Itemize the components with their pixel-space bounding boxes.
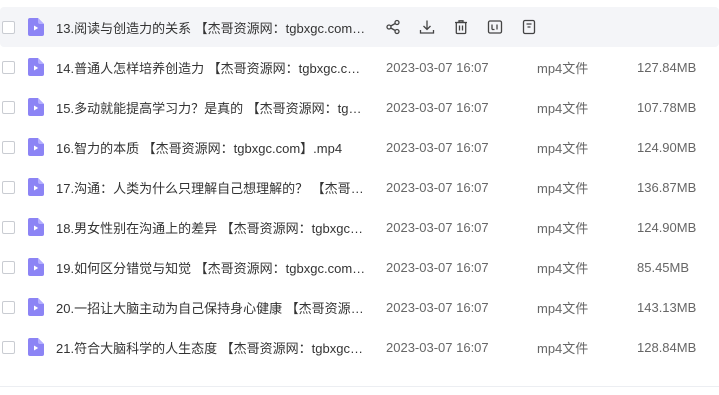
file-type: mp4文件 (537, 220, 589, 236)
file-row[interactable]: 14.普通人怎样培养创造力 【杰哥资源网：tgbxgc.com】.mp4 202… (0, 47, 719, 87)
delete-icon (455, 20, 467, 35)
file-date: 2023-03-07 16:07 (386, 219, 489, 235)
row-actions (385, 17, 555, 37)
row-checkbox[interactable] (2, 260, 15, 274)
file-name[interactable]: 17.沟通：人类为什么只理解自己想理解的？ 【杰哥资源网：tgbxgc.com】… (56, 178, 366, 197)
file-type: mp4文件 (537, 340, 589, 356)
file-size: 128.84MB (637, 339, 697, 355)
file-name[interactable]: 19.如何区分错觉与知觉 【杰哥资源网：tgbxgc.com】.mp4 (56, 258, 366, 277)
share-button[interactable] (385, 17, 419, 37)
file-name[interactable]: 18.男女性别在沟通上的差异 【杰哥资源网：tgbxgc.com】.mp4 (56, 218, 366, 237)
file-type: mp4文件 (537, 300, 589, 316)
file-date: 2023-03-07 16:07 (386, 299, 489, 315)
file-date: 2023-03-07 16:07 (386, 99, 489, 115)
video-file-icon (28, 338, 44, 356)
file-date: 2023-03-07 16:07 (386, 179, 489, 195)
file-row[interactable]: 16.智力的本质 【杰哥资源网：tgbxgc.com】.mp4 2023-03-… (0, 127, 719, 167)
file-type: mp4文件 (537, 60, 589, 76)
file-list: 13.阅读与创造力的关系 【杰哥资源网：tgbxgc.com】.mp4 14.普… (0, 7, 719, 367)
row-checkbox[interactable] (2, 100, 15, 114)
rename-button[interactable] (487, 17, 521, 37)
row-checkbox[interactable] (2, 140, 15, 154)
file-row[interactable]: 21.符合大脑科学的人生态度 【杰哥资源网：tgbxgc.com】.mp4 20… (0, 327, 719, 367)
video-file-icon (28, 98, 44, 116)
row-checkbox[interactable] (2, 220, 15, 234)
file-size: 143.13MB (637, 299, 697, 315)
video-file-icon (28, 298, 44, 316)
share-icon (386, 19, 400, 35)
video-file-icon (28, 58, 44, 76)
file-name[interactable]: 20.一招让大脑主动为自己保持身心健康 【杰哥资源网：tgbxgc.com】.m… (56, 298, 366, 317)
file-date: 2023-03-07 16:07 (386, 59, 489, 75)
delete-button[interactable] (453, 17, 487, 37)
file-row[interactable]: 18.男女性别在沟通上的差异 【杰哥资源网：tgbxgc.com】.mp4 20… (0, 207, 719, 247)
more-button[interactable] (521, 17, 555, 37)
file-row[interactable]: 15.多动就能提高学习力？是真的 【杰哥资源网：tgbxgc.com】.mp4 … (0, 87, 719, 127)
file-size: 107.78MB (637, 99, 697, 115)
rename-icon (487, 20, 503, 34)
file-name[interactable]: 21.符合大脑科学的人生态度 【杰哥资源网：tgbxgc.com】.mp4 (56, 338, 366, 357)
row-checkbox[interactable] (2, 180, 15, 194)
file-size: 124.90MB (637, 139, 697, 155)
file-name[interactable]: 16.智力的本质 【杰哥资源网：tgbxgc.com】.mp4 (56, 138, 366, 157)
video-file-icon (28, 258, 44, 276)
file-size: 127.84MB (637, 59, 697, 75)
video-file-icon (28, 178, 44, 196)
file-row[interactable]: 20.一招让大脑主动为自己保持身心健康 【杰哥资源网：tgbxgc.com】.m… (0, 287, 719, 327)
file-name[interactable]: 14.普通人怎样培养创造力 【杰哥资源网：tgbxgc.com】.mp4 (56, 58, 366, 77)
download-icon (419, 20, 435, 34)
video-file-icon (28, 18, 44, 36)
row-checkbox[interactable] (2, 300, 15, 314)
row-checkbox[interactable] (2, 20, 15, 34)
file-size: 124.90MB (637, 219, 697, 235)
divider (0, 386, 719, 387)
file-date: 2023-03-07 16:07 (386, 259, 489, 275)
file-date: 2023-03-07 16:07 (386, 139, 489, 155)
row-checkbox[interactable] (2, 60, 15, 74)
download-button[interactable] (419, 17, 453, 37)
file-row[interactable]: 19.如何区分错觉与知觉 【杰哥资源网：tgbxgc.com】.mp4 2023… (0, 247, 719, 287)
file-date: 2023-03-07 16:07 (386, 339, 489, 355)
file-name[interactable]: 13.阅读与创造力的关系 【杰哥资源网：tgbxgc.com】.mp4 (56, 18, 366, 37)
row-checkbox[interactable] (2, 340, 15, 354)
file-name[interactable]: 15.多动就能提高学习力？是真的 【杰哥资源网：tgbxgc.com】.mp4 (56, 98, 366, 117)
video-file-icon (28, 138, 44, 156)
file-size: 136.87MB (637, 179, 697, 195)
file-type: mp4文件 (537, 100, 589, 116)
file-type: mp4文件 (537, 260, 589, 276)
file-type: mp4文件 (537, 180, 589, 196)
file-type: mp4文件 (537, 140, 589, 156)
video-file-icon (28, 218, 44, 236)
file-row[interactable]: 17.沟通：人类为什么只理解自己想理解的？ 【杰哥资源网：tgbxgc.com】… (0, 167, 719, 207)
file-row[interactable]: 13.阅读与创造力的关系 【杰哥资源网：tgbxgc.com】.mp4 (0, 7, 719, 47)
file-size: 85.45MB (637, 259, 690, 275)
more-icon (522, 19, 536, 35)
